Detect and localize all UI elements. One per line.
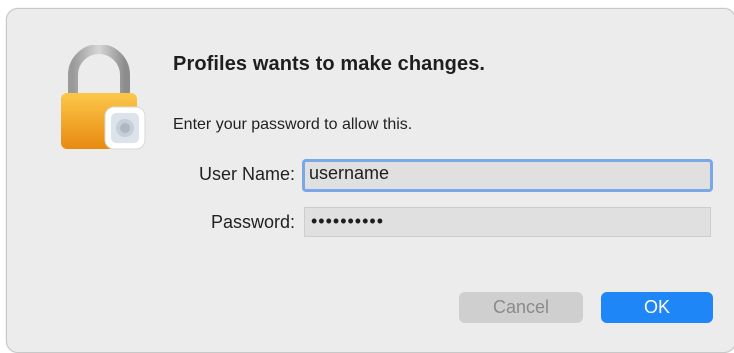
dialog-subtitle: Enter your password to allow this.	[173, 116, 413, 133]
cancel-button[interactable]: Cancel	[459, 292, 583, 323]
username-field[interactable]: username	[302, 159, 713, 192]
auth-dialog: Profiles wants to make changes. Enter yo…	[6, 8, 734, 353]
password-label: Password:	[210, 212, 295, 232]
lock-icon	[57, 44, 149, 157]
dialog-title: Profiles wants to make changes.	[173, 53, 486, 75]
password-field[interactable]: ••••••••••	[304, 207, 711, 237]
ok-button[interactable]: OK	[601, 292, 713, 323]
username-label: User Name:	[198, 164, 295, 184]
